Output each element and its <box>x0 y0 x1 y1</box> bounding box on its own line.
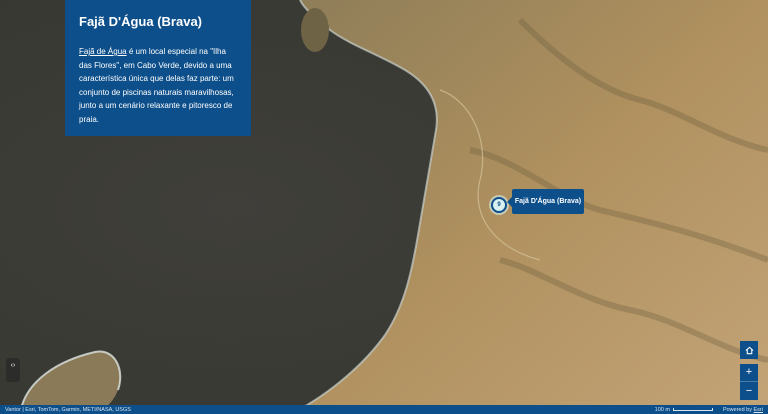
info-title: Fajã D'Água (Brava) <box>79 14 203 29</box>
powered-by: Powered by Esri <box>723 407 763 413</box>
powered-prefix: Powered by <box>722 406 754 413</box>
attribution-text: Vantor | Esri, TomTom, Garmin, METI/NASA… <box>5 406 131 413</box>
home-button[interactable] <box>740 341 758 359</box>
nav-toggle-button[interactable]: ‹› <box>6 358 20 382</box>
info-description: Fajã de Água é um local especial na "Ilh… <box>79 45 237 126</box>
home-icon <box>745 346 753 354</box>
place-link[interactable]: Fajã de Água <box>79 47 127 56</box>
zoom-out-button[interactable]: − <box>740 382 758 400</box>
attribution-bar: Vantor | Esri, TomTom, Garmin, METI/NASA… <box>0 405 768 414</box>
zoom-in-button[interactable]: + <box>740 364 758 382</box>
location-marker[interactable]: 9 <box>491 197 507 213</box>
esri-link[interactable]: Esri <box>754 407 763 413</box>
marker-popup-label[interactable]: Fajã D'Água (Brava) <box>507 189 584 214</box>
scale-bar: 100 m <box>655 407 713 413</box>
scale-label: 100 m <box>654 406 670 413</box>
nav-toggle-icon: ‹› <box>10 362 16 369</box>
info-body-text: é um local especial na "Ilha das Flores"… <box>79 47 234 124</box>
marker-number: 9 <box>497 202 501 208</box>
rock-outcrop <box>301 8 329 52</box>
scale-line <box>672 408 713 411</box>
info-panel: Fajã D'Água (Brava) Fajã de Água é um lo… <box>65 0 251 136</box>
